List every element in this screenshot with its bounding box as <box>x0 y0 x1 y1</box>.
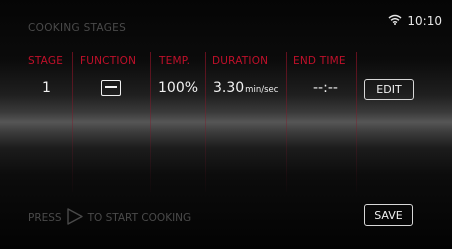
column-divider <box>150 52 151 192</box>
column-divider <box>72 52 73 192</box>
column-divider <box>286 52 287 192</box>
play-outline-icon[interactable] <box>66 208 83 228</box>
stage-number: 1 <box>42 80 51 96</box>
temperature-value: 100% <box>158 80 199 96</box>
table-header: STAGE FUNCTION TEMP. DURATION END TIME <box>0 55 452 71</box>
header-end-time: END TIME <box>293 55 346 67</box>
press-label: PRESS <box>28 212 62 224</box>
save-button[interactable]: SAVE <box>364 204 413 226</box>
duration-number: 3.30 <box>213 80 245 96</box>
cooking-stages-screen: COOKING STAGES 10:10 STAGE FUNCTION TEMP… <box>0 0 452 249</box>
header-function: FUNCTION <box>80 55 137 67</box>
start-cooking-label: TO START COOKING <box>87 212 192 224</box>
column-divider <box>356 52 357 192</box>
clock-time: 10:10 <box>407 14 442 28</box>
header-temperature: TEMP. <box>159 55 191 67</box>
status-bar: 10:10 <box>388 14 442 28</box>
duration-unit: min/sec <box>245 85 279 95</box>
duration-value: 3.30min/sec <box>213 80 278 96</box>
wifi-icon <box>388 14 402 28</box>
end-time-value: --:-- <box>313 80 338 96</box>
header-duration: DURATION <box>212 55 269 67</box>
column-divider <box>205 52 206 192</box>
header-stage: STAGE <box>28 55 64 67</box>
function-mode-icon <box>101 80 121 96</box>
start-hint: PRESS TO START COOKING <box>28 208 191 228</box>
screen-title: COOKING STAGES <box>28 22 127 34</box>
edit-button[interactable]: EDIT <box>364 79 414 100</box>
